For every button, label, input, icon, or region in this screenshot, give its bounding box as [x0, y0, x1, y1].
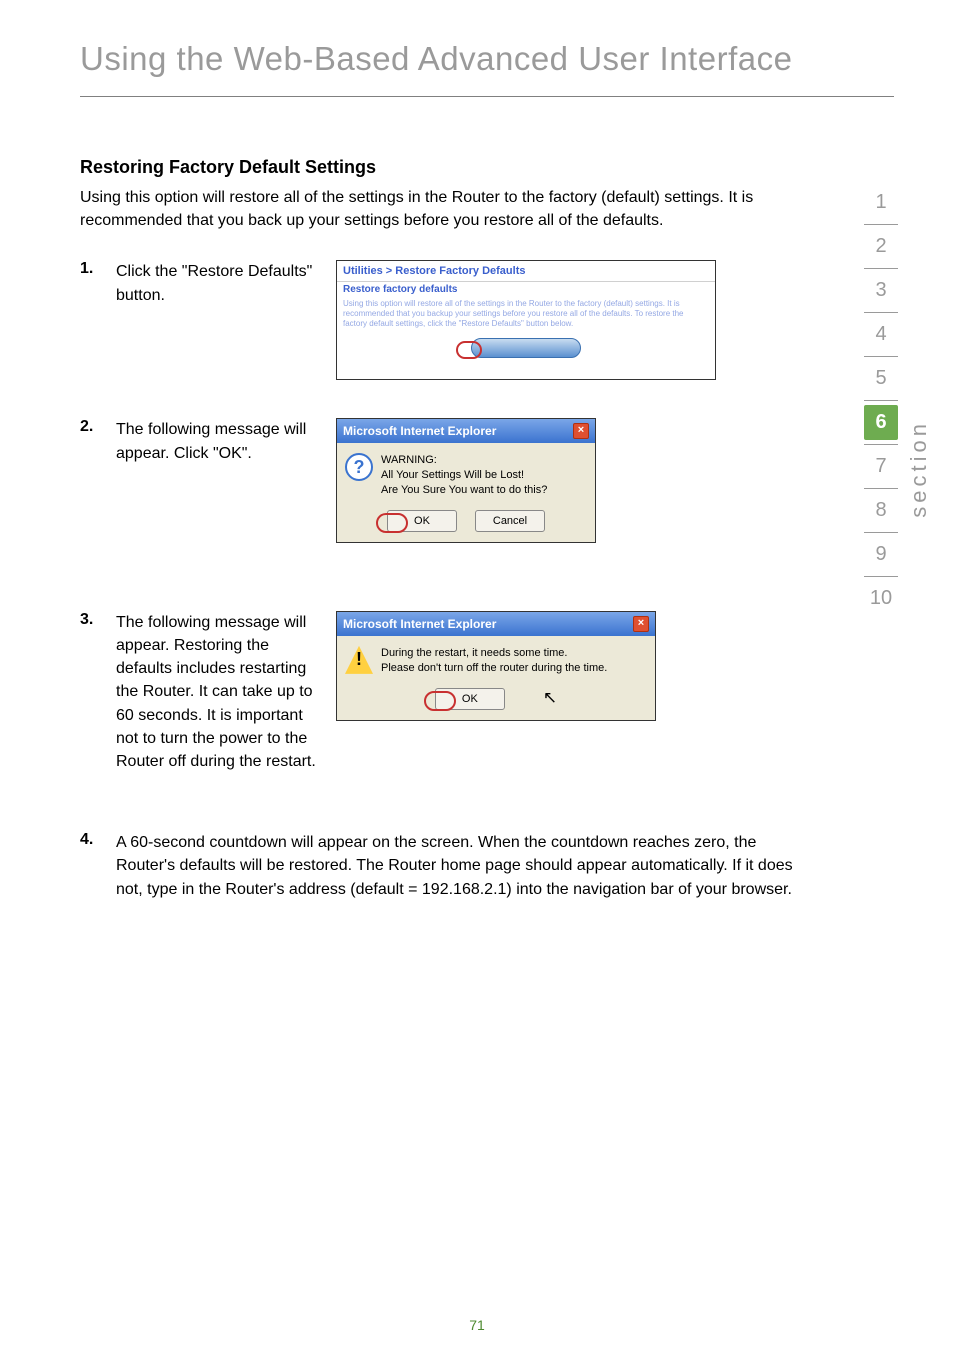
ok-button[interactable]: OK — [387, 510, 457, 532]
step-3-row: 3. The following message will appear. Re… — [80, 611, 894, 773]
nav-4[interactable]: 4 — [864, 317, 898, 352]
ok-button[interactable]: OK — [435, 688, 505, 710]
nav-sep — [864, 488, 898, 489]
dialog2-title-text: Microsoft Internet Explorer — [343, 424, 496, 438]
panel-subheader: Restore factory defaults — [337, 282, 715, 297]
dialog2-body: ? WARNING: All Your Settings Will be Los… — [337, 443, 595, 506]
nav-sep — [864, 356, 898, 357]
section-nav: 1 2 3 4 5 6 7 8 9 10 — [864, 185, 898, 616]
dialog2-line2: All Your Settings Will be Lost! — [381, 468, 547, 483]
page-title: Using the Web-Based Advanced User Interf… — [80, 40, 894, 78]
dialog2-message: WARNING: All Your Settings Will be Lost!… — [381, 453, 547, 498]
nav-9[interactable]: 9 — [864, 537, 898, 572]
nav-sep — [864, 532, 898, 533]
nav-sep — [864, 268, 898, 269]
dialog2-line1: WARNING: — [381, 453, 547, 468]
cancel-button[interactable]: Cancel — [475, 510, 545, 532]
dialog3-line2: Please don't turn off the router during … — [381, 661, 607, 676]
step-2-text: The following message will appear. Click… — [116, 418, 336, 464]
dialog2-buttons: OK Cancel — [337, 506, 595, 542]
step-2-number: 2. — [80, 418, 116, 436]
close-icon[interactable]: × — [573, 423, 589, 439]
step-4-row: 4. A 60-second countdown will appear on … — [80, 831, 894, 901]
dialog3-message: During the restart, it needs some time. … — [381, 646, 607, 676]
step-3-number: 3. — [80, 611, 116, 629]
screenshot-restart-dialog: Microsoft Internet Explorer × ! During t… — [336, 611, 656, 721]
nav-sep — [864, 576, 898, 577]
step-2-row: 2. The following message will appear. Cl… — [80, 418, 894, 543]
question-icon: ? — [345, 453, 373, 481]
nav-2[interactable]: 2 — [864, 229, 898, 264]
dialog2-line3: Are You Sure You want to do this? — [381, 483, 547, 498]
screenshot-restore-defaults-panel: Utilities > Restore Factory Defaults Res… — [336, 260, 716, 380]
nav-6-active[interactable]: 6 — [864, 405, 898, 440]
step-1-row: 1. Click the "Restore Defaults" button. … — [80, 260, 894, 380]
nav-sep — [864, 444, 898, 445]
panel-body-text: Using this option will restore all of th… — [337, 297, 715, 330]
step-4-number: 4. — [80, 831, 116, 849]
dialog2-titlebar: Microsoft Internet Explorer × — [337, 419, 595, 443]
intro-paragraph: Using this option will restore all of th… — [80, 186, 780, 232]
cursor-icon: ↖ — [543, 688, 557, 710]
nav-8[interactable]: 8 — [864, 493, 898, 528]
nav-7[interactable]: 7 — [864, 449, 898, 484]
warning-icon: ! — [345, 646, 373, 674]
step-4-text: A 60-second countdown will appear on the… — [116, 831, 796, 901]
step-3-text: The following message will appear. Resto… — [116, 611, 336, 773]
section-label: section — [906, 420, 932, 518]
nav-10[interactable]: 10 — [864, 581, 898, 616]
nav-5[interactable]: 5 — [864, 361, 898, 396]
dialog3-buttons: OK ↖ — [337, 684, 655, 720]
dialog3-title-text: Microsoft Internet Explorer — [343, 617, 496, 631]
dialog3-titlebar: Microsoft Internet Explorer × — [337, 612, 655, 636]
nav-sep — [864, 224, 898, 225]
nav-sep — [864, 312, 898, 313]
dialog3-body: ! During the restart, it needs some time… — [337, 636, 655, 684]
dialog3-line1: During the restart, it needs some time. — [381, 646, 607, 661]
step-1-number: 1. — [80, 260, 116, 278]
panel-header: Utilities > Restore Factory Defaults — [337, 261, 715, 282]
step-1-text: Click the "Restore Defaults" button. — [116, 260, 336, 306]
subheading-restoring-defaults: Restoring Factory Default Settings — [80, 157, 894, 178]
restore-defaults-button[interactable] — [471, 338, 581, 358]
page-number: 71 — [469, 1317, 485, 1333]
screenshot-warning-dialog: Microsoft Internet Explorer × ? WARNING:… — [336, 418, 596, 543]
title-rule — [80, 96, 894, 97]
close-icon[interactable]: × — [633, 616, 649, 632]
nav-sep — [864, 400, 898, 401]
nav-1[interactable]: 1 — [864, 185, 898, 220]
nav-3[interactable]: 3 — [864, 273, 898, 308]
